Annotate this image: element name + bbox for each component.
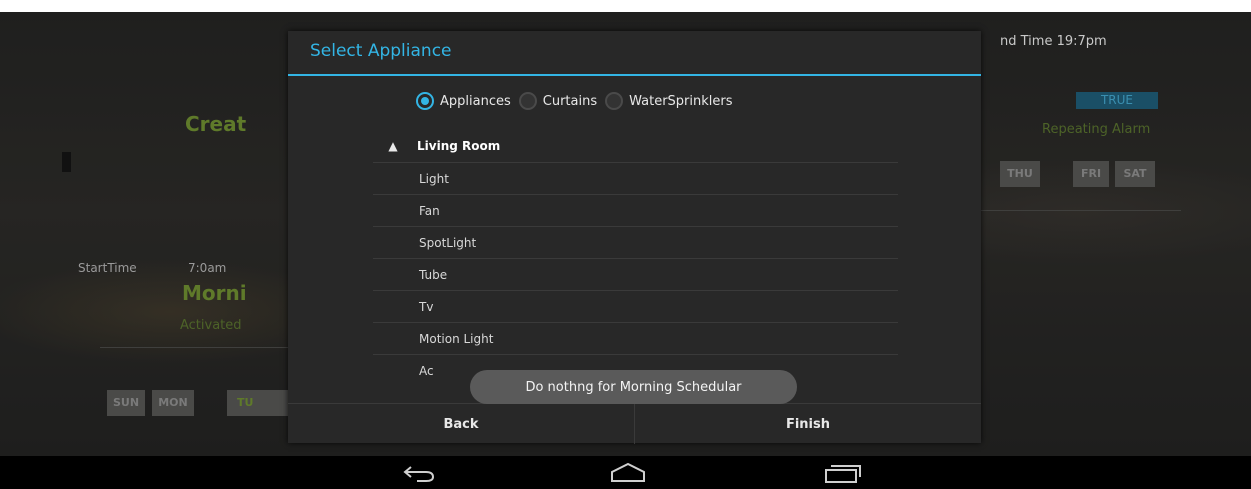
schedule-title: Morni xyxy=(182,281,247,305)
radio-curtains[interactable]: Curtains xyxy=(518,92,598,110)
chevron-up-icon: ▲ xyxy=(388,139,398,153)
item-label: Motion Light xyxy=(419,331,494,346)
day-sat-button[interactable]: SAT xyxy=(1115,161,1155,187)
finish-button[interactable]: Finish xyxy=(635,404,981,444)
list-item-motion-light[interactable]: Motion Light xyxy=(373,323,898,355)
item-label: SpotLight xyxy=(419,235,477,250)
title-divider xyxy=(288,74,981,76)
group-living-room[interactable]: ▲ Living Room xyxy=(373,130,898,163)
dialog-title: Select Appliance xyxy=(310,41,452,61)
back-button[interactable]: Back xyxy=(288,404,634,444)
item-label: Tv xyxy=(419,299,434,314)
list-item-fan[interactable]: Fan xyxy=(373,195,898,227)
navigation-bar xyxy=(0,456,1251,489)
day-thu-button[interactable]: THU xyxy=(1000,161,1040,187)
dialog-footer: Back Finish xyxy=(288,403,981,444)
radio-curtains-label: Curtains xyxy=(542,93,598,109)
day-tue-button[interactable]: TU xyxy=(227,390,288,416)
day-sun-button[interactable]: SUN xyxy=(107,390,145,416)
item-label: Ac xyxy=(419,364,434,378)
appliance-list: ▲ Living Room Light Fan SpotLight Tube T… xyxy=(373,130,898,387)
list-item-light[interactable]: Light xyxy=(373,163,898,195)
toast-message: Do nothng for Morning Schedular xyxy=(470,370,797,404)
true-badge[interactable]: TRUE xyxy=(1076,92,1158,109)
start-time-label: StartTime xyxy=(78,261,137,275)
home-icon[interactable] xyxy=(608,462,648,488)
start-time-value: 7:0am xyxy=(188,261,227,275)
day-mon-button[interactable]: MON xyxy=(152,390,194,416)
background-divider xyxy=(981,210,1181,211)
schedule-status: Activated xyxy=(180,318,242,333)
recents-icon[interactable] xyxy=(823,462,863,488)
radio-watersprinklers-label: WaterSprinklers xyxy=(629,93,733,109)
item-label: Tube xyxy=(419,267,448,282)
category-radio-group: Appliances Curtains WaterSprinklers xyxy=(416,89,741,113)
radio-appliances-label: Appliances xyxy=(440,93,511,109)
list-item-tube[interactable]: Tube xyxy=(373,259,898,291)
back-icon[interactable] xyxy=(402,462,438,488)
status-strip xyxy=(0,0,1251,12)
day-fri-button[interactable]: FRI xyxy=(1073,161,1109,187)
background-divider xyxy=(100,347,288,348)
radio-appliances[interactable]: Appliances xyxy=(416,92,511,110)
item-label: Light xyxy=(419,171,449,186)
group-label: Living Room xyxy=(417,139,501,153)
radio-watersprinklers[interactable]: WaterSprinklers xyxy=(605,92,733,110)
create-title: Creat xyxy=(185,112,247,136)
list-item-spotlight[interactable]: SpotLight xyxy=(373,227,898,259)
end-time: nd Time 19:7pm xyxy=(1000,34,1107,49)
repeating-alarm-label: Repeating Alarm xyxy=(1042,122,1151,137)
radio-unchecked-icon xyxy=(518,92,537,110)
background-marker xyxy=(62,152,71,172)
radio-unchecked-icon xyxy=(605,92,624,110)
list-item-tv[interactable]: Tv xyxy=(373,291,898,323)
radio-checked-icon xyxy=(416,92,434,110)
item-label: Fan xyxy=(419,203,440,218)
